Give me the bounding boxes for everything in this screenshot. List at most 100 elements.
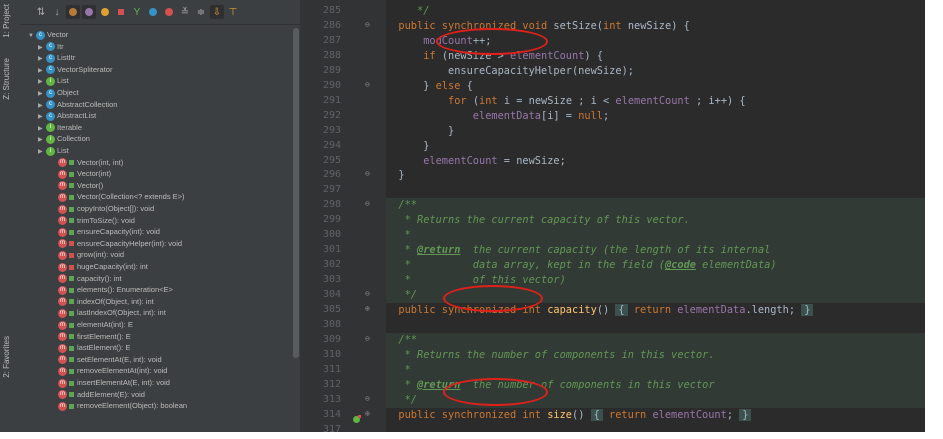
tree-item[interactable]: ▶ i List (38, 75, 69, 86)
tree-item-label: List (57, 76, 69, 86)
code-token: * (386, 378, 417, 391)
fold-marker-icon[interactable]: ⊖ (365, 20, 370, 29)
public-visibility-icon (69, 334, 74, 340)
public-visibility-icon (69, 392, 74, 398)
fold-marker-icon[interactable]: ⊖ (365, 80, 370, 89)
tree-item[interactable]: m lastIndexOf(Object, int): int (50, 307, 166, 318)
tree-item[interactable]: m ensureCapacityHelper(int): void (50, 238, 182, 249)
tree-item[interactable]: m setElementAt(E, int): void (50, 354, 162, 365)
method-icon: m (58, 204, 67, 214)
code-line: elementCount = newSize; (386, 155, 566, 167)
fold-marker-icon[interactable]: ⊖ (365, 199, 370, 208)
tree-item[interactable]: m Vector() (50, 180, 103, 191)
tree-item[interactable]: m elementAt(int): E (50, 319, 133, 330)
favorites-tool-tab[interactable]: 2: Favorites (2, 336, 11, 378)
tree-item[interactable]: ▶ c Object (38, 87, 79, 98)
code-token: the current capacity (the length of its … (460, 244, 771, 257)
tree-item[interactable]: m lastElement(): E (50, 342, 130, 353)
method-icon: m (58, 308, 67, 318)
code-token: /** (386, 333, 417, 346)
line-number: 317 (322, 423, 341, 432)
fold-marker-icon[interactable]: ⊖ (365, 334, 370, 343)
tree-item[interactable]: m Vector(int, int) (50, 157, 123, 168)
code-token: @code (664, 259, 696, 272)
sort-alpha-icon[interactable]: ↓ (50, 5, 64, 19)
collapse-all-icon[interactable]: ≑ (194, 5, 208, 19)
line-number: 308 (322, 318, 341, 330)
override-marker-icon[interactable] (352, 411, 361, 423)
structure-tool-tab[interactable]: Z: Structure (2, 58, 11, 100)
code-token: } (386, 79, 436, 92)
fold-marker-icon[interactable]: ⊕ (365, 409, 370, 418)
structure-scrollbar[interactable] (293, 28, 299, 358)
tree-item[interactable]: m Vector(Collection<? extends E>) (50, 191, 185, 202)
tree-item[interactable]: ▶ i Collection (38, 133, 90, 144)
ide-window: 1: Project Z: Structure 2: Favorites ⇅ ↓… (0, 0, 925, 432)
private-visibility-icon (69, 264, 74, 270)
public-visibility-icon (69, 322, 74, 328)
code-token: ) { (584, 49, 604, 62)
show-members-icon[interactable] (162, 5, 176, 19)
autoscroll-from-source-icon[interactable]: ⊤ (226, 5, 240, 19)
tree-item[interactable]: m addElement(E): void (50, 389, 145, 400)
line-number: 293 (322, 124, 341, 136)
fold-marker-icon[interactable]: ⊖ (365, 394, 370, 403)
sort-visibility-icon[interactable]: ⇅ (34, 5, 48, 19)
tree-item[interactable]: ▶ c AbstractCollection (38, 99, 117, 110)
tree-item[interactable]: m insertElementAt(E, int): void (50, 377, 170, 388)
tree-item[interactable]: ▶ c AbstractList (38, 110, 96, 121)
tree-item[interactable]: ▶ c Itr (38, 41, 64, 52)
tree-item[interactable]: ▶ i List (38, 145, 69, 156)
collapse-arrow-icon[interactable]: ▶ (38, 147, 46, 158)
expand-all-icon[interactable]: ≚ (178, 5, 192, 19)
tree-item[interactable]: m elements(): Enumeration<E> (50, 284, 173, 295)
tree-item[interactable]: ▼ c Vector (28, 29, 68, 40)
class-icon: c (46, 42, 55, 52)
tree-item[interactable]: m trimToSize(): void (50, 215, 135, 226)
tree-item[interactable]: m capacity(): int (50, 273, 122, 284)
line-number: 286 (322, 19, 341, 31)
tree-item[interactable]: m indexOf(Object, int): int (50, 296, 154, 307)
fold-marker-icon[interactable]: ⊕ (365, 304, 370, 313)
show-anonymous-icon[interactable]: Y (130, 5, 144, 19)
code-token: elementData (677, 304, 746, 316)
autoscroll-icon[interactable]: ⇩ (210, 5, 224, 19)
public-visibility-icon (69, 345, 74, 351)
line-number: 289 (322, 64, 341, 76)
tree-item-label: Vector(Collection<? extends E>) (77, 192, 185, 202)
code-token: @return (417, 244, 461, 257)
show-fields-icon[interactable] (66, 5, 80, 19)
tree-item-label: VectorSpliterator (57, 64, 113, 74)
tree-item[interactable]: m hugeCapacity(int): int (50, 261, 148, 272)
fold-marker-icon[interactable]: ⊖ (365, 169, 370, 178)
method-icon: m (58, 274, 67, 284)
tree-item[interactable]: m firstElement(): E (50, 331, 131, 342)
tree-item[interactable]: m copyInto(Object[]): void (50, 203, 154, 214)
tree-item-label: trimToSize(): void (77, 215, 135, 225)
tree-item[interactable]: m removeElementAt(int): void (50, 365, 167, 376)
tree-item[interactable]: m grow(int): void (50, 249, 124, 260)
show-non-public-icon[interactable] (114, 5, 128, 19)
show-lambdas-icon[interactable] (146, 5, 160, 19)
code-line: * data array, kept in the field (@code e… (386, 259, 777, 271)
interface-icon: i (46, 134, 55, 144)
show-inherited-icon[interactable] (98, 5, 112, 19)
tree-item[interactable]: m ensureCapacity(int): void (50, 226, 160, 237)
code-editor[interactable]: */ public synchronized void setSize(int … (386, 0, 925, 432)
tree-item-label: ensureCapacityHelper(int): void (77, 238, 183, 248)
expand-arrow-icon[interactable]: ▼ (28, 31, 36, 42)
tree-item[interactable]: ▶ c VectorSpliterator (38, 64, 112, 75)
show-properties-icon[interactable] (82, 5, 96, 19)
line-number: 287 (322, 34, 341, 46)
highlight-ellipse-3 (443, 378, 548, 406)
fold-marker-icon[interactable]: ⊖ (365, 289, 370, 298)
tree-item[interactable]: m removeElement(Object): boolean (50, 400, 187, 411)
tree-item[interactable]: ▶ c ListItr (38, 52, 75, 63)
method-icon: m (58, 297, 67, 307)
project-tool-tab[interactable]: 1: Project (2, 4, 11, 38)
tree-item[interactable]: ▶ i Iterable (38, 122, 82, 133)
tree-item[interactable]: m Vector(int) (50, 168, 111, 179)
code-token: capacity (547, 304, 597, 316)
